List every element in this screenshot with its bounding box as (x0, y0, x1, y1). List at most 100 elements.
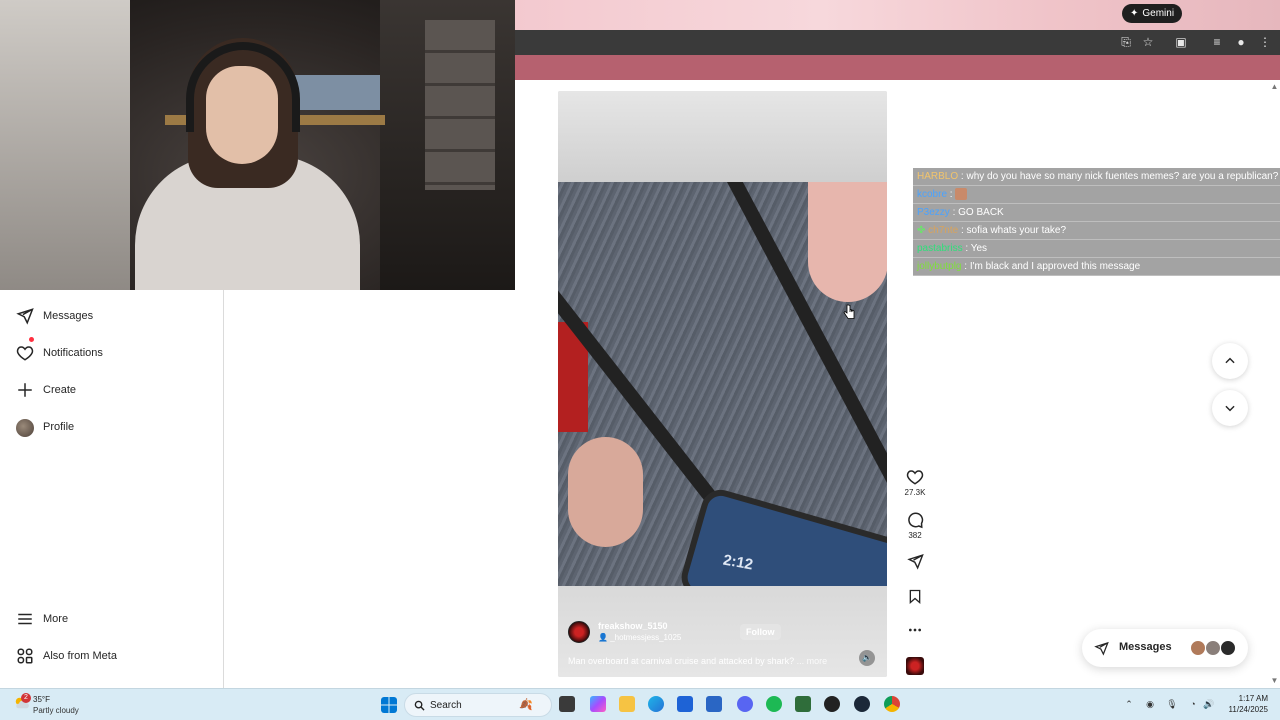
browser-menu-icon[interactable]: ⋮ (1258, 35, 1272, 49)
previous-reel-button[interactable] (1212, 343, 1248, 379)
scrollbar-down-arrow[interactable]: ▼ (1269, 676, 1280, 686)
nav-item-also-from-meta[interactable]: Also from Meta (0, 641, 224, 671)
hand-cursor-icon (843, 304, 855, 319)
chat-message: pastabriss : Yes (913, 240, 1280, 258)
nav-item-notifications[interactable]: Notifications (0, 337, 224, 368)
profile-icon[interactable]: ● (1234, 35, 1248, 49)
terminal-icon[interactable] (559, 696, 575, 712)
microphone-icon[interactable]: 🎙 (1166, 698, 1178, 710)
next-reel-button[interactable] (1212, 390, 1248, 426)
volume-icon[interactable]: 🔊 (1203, 698, 1215, 710)
caption-text: Man overboard at carnival cruise and att… (568, 656, 795, 666)
reel-player[interactable]: 2:12 freakshow_5150 👤 _hotmessjess_1025 … (558, 91, 887, 677)
audio-thumbnail[interactable] (906, 657, 924, 675)
heart-icon (906, 470, 924, 485)
nav-item-label: Messages (43, 310, 94, 322)
comment-action[interactable]: 382 (903, 511, 927, 540)
like-count: 27.3K (904, 488, 926, 497)
reel-video[interactable]: 2:12 (558, 182, 887, 586)
more-options-action[interactable] (903, 624, 927, 636)
steam-icon[interactable] (854, 696, 870, 712)
comment-count: 382 (908, 531, 922, 540)
app-icon[interactable] (824, 696, 840, 712)
nav-item-profile[interactable]: Profile (0, 412, 224, 442)
comment-icon (908, 512, 924, 529)
mute-button[interactable]: 🔈 (859, 650, 875, 666)
chat-emote-icon (955, 188, 968, 201)
nav-item-more[interactable]: More (0, 604, 224, 634)
avatar (1190, 640, 1206, 656)
follow-button[interactable]: Follow (740, 624, 781, 640)
author-username[interactable]: freakshow_5150 (598, 621, 668, 631)
weather-temperature: 35°F (33, 695, 50, 704)
wifi-icon[interactable]: ◔ (1187, 698, 1199, 710)
bookmark-icon (909, 589, 921, 604)
nav-item-label: More (43, 613, 69, 625)
gemini-label: Gemini (1142, 8, 1175, 19)
avatar (16, 419, 34, 437)
scrollbar-up-arrow[interactable]: ▲ (1269, 82, 1280, 92)
tray-overflow-icon[interactable]: ⌃ (1123, 698, 1135, 710)
obs-icon[interactable] (795, 696, 811, 712)
more-dots-icon (909, 628, 921, 632)
chat-username: pastabriss (917, 243, 963, 254)
browser-address-bar: ⎘ ☆ ▣ ≡ ● ⋮ (515, 30, 1280, 55)
left-navigation: Messages Notifications Create Profile Mo… (0, 290, 224, 690)
avatar (1220, 640, 1236, 656)
paper-plane-icon (906, 554, 924, 570)
sparkle-icon: ✦ (1130, 8, 1139, 19)
chat-username: jollybutplg (917, 261, 962, 272)
search-highlight-icon: 🍂 (519, 699, 533, 711)
install-app-icon[interactable]: ⎘ (1119, 35, 1133, 49)
nav-item-create[interactable]: Create (0, 375, 224, 405)
collaborator-username[interactable]: 👤 _hotmessjess_1025 (598, 633, 681, 642)
discord-icon[interactable] (737, 696, 753, 712)
paper-plane-icon (1094, 641, 1109, 656)
hamburger-icon (18, 613, 32, 625)
save-action[interactable] (903, 588, 927, 605)
clock-date: 11/24/2025 (1228, 705, 1268, 714)
stream-chat-overlay: HARBLO : why do you have so many nick fu… (913, 168, 1280, 276)
chrome-icon[interactable] (884, 696, 900, 712)
tab-search-icon[interactable]: ▣ (1174, 35, 1188, 49)
spotify-icon[interactable] (766, 696, 782, 712)
author-avatar[interactable] (568, 621, 590, 643)
caption-more-link[interactable]: ... more (797, 656, 828, 666)
messages-button[interactable]: Messages (1082, 629, 1248, 667)
taskbar-search[interactable]: Search 🍂 (404, 693, 552, 717)
chat-username: kcobre (917, 189, 948, 200)
plus-icon (18, 383, 32, 397)
paper-plane-icon (16, 308, 34, 325)
chevron-up-icon (1225, 357, 1235, 364)
edge-icon[interactable] (648, 696, 664, 712)
outlook-icon[interactable] (706, 696, 722, 712)
chat-text: Yes (970, 243, 988, 254)
chat-text: why do you have so many nick fuentes mem… (966, 171, 1279, 182)
share-action[interactable] (903, 553, 927, 570)
nav-item-label: Create (43, 384, 77, 396)
like-action[interactable]: 27.3K (903, 468, 927, 497)
taskbar-clock[interactable]: 1:17 AM 11/24/2025 (1218, 693, 1268, 715)
nav-item-label: Profile (43, 421, 75, 433)
bookmark-star-icon[interactable]: ☆ (1141, 35, 1155, 49)
copilot-icon[interactable] (590, 696, 606, 712)
clock-time: 1:17 AM (1238, 694, 1268, 703)
chat-message: P3ezzy : GO BACK (913, 204, 1280, 222)
reel-caption: Man overboard at carnival cruise and att… (568, 656, 827, 666)
tray-app-icon[interactable]: ◉ (1144, 698, 1156, 710)
chevron-down-icon (1225, 405, 1235, 412)
notification-dot (29, 337, 34, 342)
nav-item-messages[interactable]: Messages (0, 301, 224, 331)
media-control-icon[interactable]: ≡ (1210, 35, 1224, 49)
heart-icon (16, 346, 34, 361)
chat-username: ch7nte (928, 225, 959, 236)
store-icon[interactable] (677, 696, 693, 712)
weather-condition: Partly cloudy (33, 706, 79, 715)
taskbar: 2 35°F Partly cloudy Search 🍂 ⌃ ◉ 🎙 ◔ 🔊 … (0, 688, 1280, 720)
nav-item-label: Also from Meta (43, 650, 117, 662)
chat-message: jollybutplg : I'm black and I approved t… (913, 258, 1280, 276)
avatar (1205, 640, 1221, 656)
windows-start-icon[interactable] (381, 697, 397, 713)
file-explorer-icon[interactable] (619, 696, 635, 712)
gemini-button[interactable]: ✦ Gemini (1122, 4, 1183, 23)
